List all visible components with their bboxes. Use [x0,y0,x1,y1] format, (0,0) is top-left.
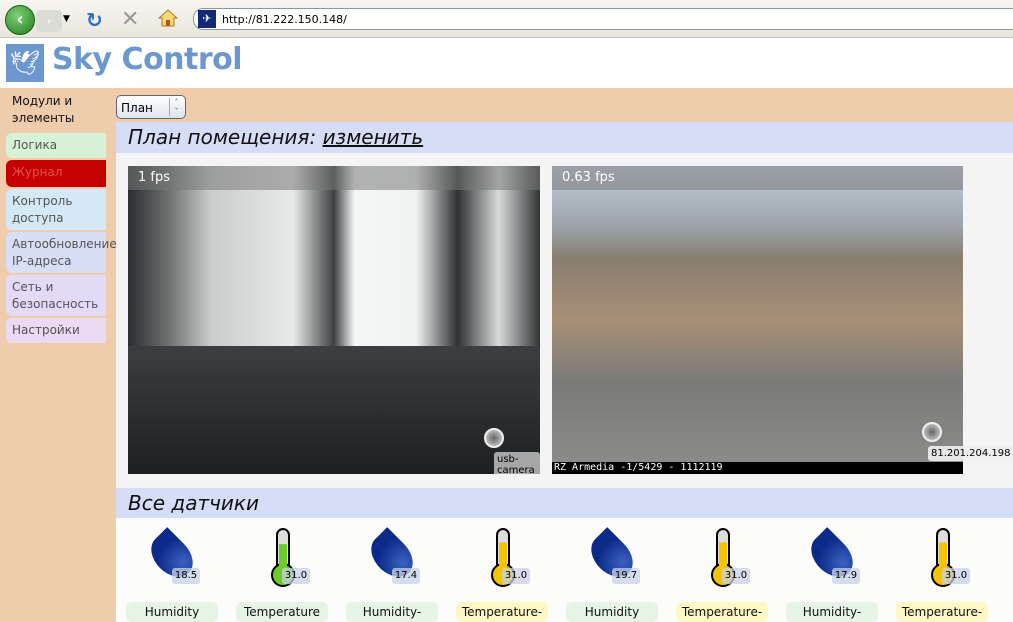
sidebar-item[interactable]: Модули и элементы [6,89,106,131]
sensor-value: 31.0 [942,568,970,584]
sensor-humidity[interactable]: 19.7 Humidity [560,518,670,622]
sensor-temperature[interactable]: 31.0 Temperature [230,518,340,622]
camera-name: 81.201.204.198 [928,446,1013,461]
sensors-panel: 18.5 Humidity 31.0 Temperature 17.4 Humidity-… [116,518,1013,622]
webcam-icon [922,422,942,442]
sensor-value: 17.4 [392,568,420,584]
bird-logo-icon[interactable]: 🕊 [6,44,44,82]
logo-text[interactable]: Sky Control [52,42,243,77]
sensor-humidity[interactable]: 17.9 Humidity- [780,518,890,622]
site-favicon-icon: ✈ [198,10,216,28]
camera-feed-ip[interactable]: RZ Armedia -1/5429 - 1112119 0.63 fps [552,166,963,474]
url-text[interactable]: http://81.222.150.148/ [222,13,347,26]
view-select-value: План [121,101,153,115]
sensor-value: 18.5 [172,568,200,584]
sensor-temperature[interactable]: 31.0 Temperature- [450,518,560,622]
sensor-label[interactable]: Humidity- [346,602,438,622]
sidebar-item[interactable]: Контроль доступа [6,189,106,230]
reload-icon[interactable]: ↻ [86,8,103,32]
sensor-value: 31.0 [502,568,530,584]
sensor-value: 19.7 [612,568,640,584]
camera-name: usb-camera [494,452,540,474]
history-dropdown-icon[interactable]: ▼ [63,14,70,24]
sensor-label[interactable]: Temperature [236,602,328,622]
view-select[interactable]: План ˄ ˅ [116,95,186,119]
sensor-temperature[interactable]: 31.0 Temperature- [670,518,780,622]
forward-button[interactable]: › [36,10,62,32]
plan-title: План помещения: [128,125,317,149]
back-button[interactable]: ‹ [5,5,35,35]
spinner-arrows-icon: ˄ ˅ [169,98,183,116]
camera-overlay-text: RZ Armedia -1/5429 - 1112119 [552,462,963,474]
sensor-humidity[interactable]: 18.5 Humidity [120,518,230,622]
sensor-label[interactable]: Temperature- [896,602,988,622]
camera-fps: 0.63 fps [552,166,963,190]
sensor-humidity[interactable]: 17.4 Humidity- [340,518,450,622]
plan-header: План помещения: изменить [116,122,1013,153]
sidebar-item[interactable]: Логика [6,133,106,158]
edit-plan-link[interactable]: изменить [323,125,424,149]
sensor-label[interactable]: Temperature- [676,602,768,622]
office-floor [128,346,540,474]
sensor-label[interactable]: Humidity [566,602,658,622]
camera-fps: 1 fps [128,166,540,190]
sidebar-item[interactable]: Журнал [6,160,106,187]
sensor-label[interactable]: Humidity [126,602,218,622]
sensor-value: 17.9 [832,568,860,584]
sensor-value: 31.0 [282,568,310,584]
home-icon[interactable] [158,9,178,27]
sensor-value: 31.0 [722,568,750,584]
sensor-temperature[interactable]: 31.0 Temperature- [890,518,1000,622]
sensors-title: Все датчики [128,491,260,515]
sensors-header: Все датчики [116,488,1013,518]
camera-feed-usb[interactable]: 1 fps usb-camera [128,166,540,474]
sidebar-item[interactable]: Автообновление IP-адреса [6,232,117,273]
sidebar-item[interactable]: Настройки [6,318,106,343]
sensor-label[interactable]: Temperature- [456,602,548,622]
webcam-icon [484,428,504,448]
sensor-label[interactable]: Humidity- [786,602,878,622]
stop-icon[interactable]: ✕ [121,7,139,32]
sidebar-item[interactable]: Сеть и безопасность [6,275,106,316]
